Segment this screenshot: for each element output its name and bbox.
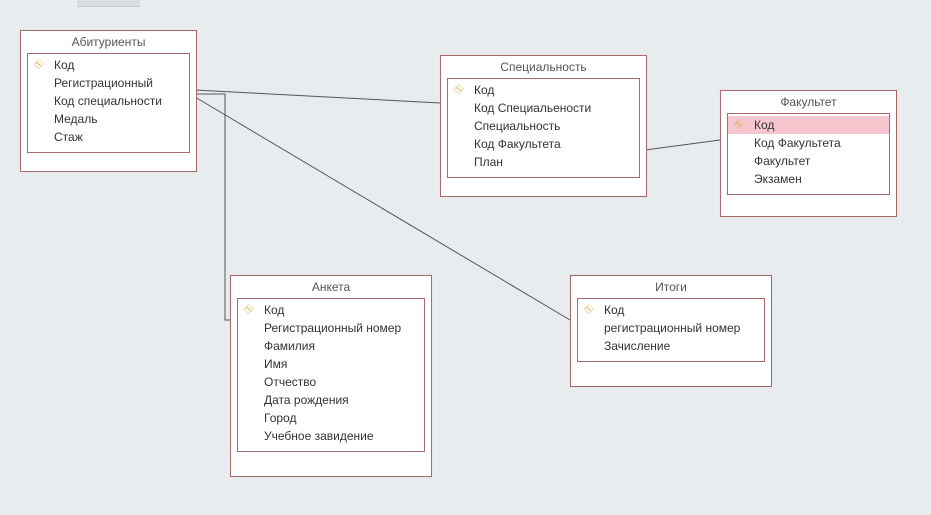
key-icon: ⚿ <box>242 302 259 319</box>
field-label: Факультет <box>748 153 810 169</box>
field-row[interactable]: Город <box>238 409 424 427</box>
field-label: Стаж <box>48 129 83 145</box>
table-abiturienty[interactable]: Абитуриенты ⚿ Код Регистрационный Код сп… <box>20 30 197 172</box>
field-row[interactable]: Код Факультета <box>448 135 639 153</box>
table-specialnost[interactable]: Специальность ⚿ Код Код Специальености С… <box>440 55 647 197</box>
field-row[interactable]: регистрационный номер <box>578 319 764 337</box>
field-label: Код <box>48 57 74 73</box>
field-label: Зачисление <box>598 338 670 354</box>
field-row[interactable]: Экзамен <box>728 170 889 188</box>
field-row[interactable]: Регистрационный <box>28 74 189 92</box>
field-label: Экзамен <box>748 171 802 187</box>
field-row[interactable]: Медаль <box>28 110 189 128</box>
field-row[interactable]: Зачисление <box>578 337 764 355</box>
field-label: Код <box>468 82 494 98</box>
table-title: Специальность <box>441 56 646 78</box>
field-row[interactable]: Имя <box>238 355 424 373</box>
field-label: регистрационный номер <box>598 320 740 336</box>
field-label: Код специальности <box>48 93 162 109</box>
field-label: Код Факультета <box>748 135 841 151</box>
field-label: Регистрационный <box>48 75 153 91</box>
table-fakultet[interactable]: Факультет ⚿ Код Код Факультета Факультет… <box>720 90 897 217</box>
field-row[interactable]: Стаж <box>28 128 189 146</box>
field-row[interactable]: Учебное завидение <box>238 427 424 445</box>
field-row[interactable]: Дата рождения <box>238 391 424 409</box>
relationships-canvas[interactable]: Абитуриенты ⚿ Код Регистрационный Код сп… <box>0 0 931 515</box>
key-icon: ⚿ <box>582 302 599 319</box>
field-label: Дата рождения <box>258 392 349 408</box>
field-label: План <box>468 154 503 170</box>
table-body: ⚿ Код Регистрационный номер Фамилия Имя … <box>237 298 425 452</box>
field-label: Учебное завидение <box>258 428 374 444</box>
field-label: Код <box>598 302 624 318</box>
field-row[interactable]: ⚿ Код <box>28 56 189 74</box>
field-label: Отчество <box>258 374 316 390</box>
field-label: Медаль <box>48 111 97 127</box>
tab-remnant <box>77 0 140 7</box>
field-row[interactable]: Специальность <box>448 117 639 135</box>
field-label: Код <box>258 302 284 318</box>
key-icon: ⚿ <box>452 82 469 99</box>
table-title: Факультет <box>721 91 896 113</box>
field-row[interactable]: Код специальности <box>28 92 189 110</box>
field-row[interactable]: Факультет <box>728 152 889 170</box>
table-title: Анкета <box>231 276 431 298</box>
field-label: Специальность <box>468 118 560 134</box>
field-row[interactable]: ⚿ Код <box>578 301 764 319</box>
table-title: Абитуриенты <box>21 31 196 53</box>
field-row[interactable]: ⚿ Код <box>728 116 889 134</box>
field-label: Код Факультета <box>468 136 561 152</box>
field-label: Регистрационный номер <box>258 320 401 336</box>
table-body: ⚿ Код регистрационный номер Зачисление <box>577 298 765 362</box>
field-label: Код <box>748 117 774 133</box>
field-row[interactable]: Фамилия <box>238 337 424 355</box>
table-body: ⚿ Код Код Специальености Специальность К… <box>447 78 640 178</box>
field-row[interactable]: ⚿ Код <box>238 301 424 319</box>
key-icon: ⚿ <box>32 57 49 74</box>
field-label: Код Специальености <box>468 100 591 116</box>
field-label: Имя <box>258 356 287 372</box>
field-row[interactable]: Регистрационный номер <box>238 319 424 337</box>
table-title: Итоги <box>571 276 771 298</box>
field-row[interactable]: Код Специальености <box>448 99 639 117</box>
table-body: ⚿ Код Код Факультета Факультет Экзамен <box>727 113 890 195</box>
key-icon: ⚿ <box>732 117 749 134</box>
field-label: Город <box>258 410 296 426</box>
table-anketa[interactable]: Анкета ⚿ Код Регистрационный номер Фамил… <box>230 275 432 477</box>
field-label: Фамилия <box>258 338 315 354</box>
field-row[interactable]: Код Факультета <box>728 134 889 152</box>
field-row[interactable]: План <box>448 153 639 171</box>
field-row[interactable]: ⚿ Код <box>448 81 639 99</box>
field-row[interactable]: Отчество <box>238 373 424 391</box>
table-body: ⚿ Код Регистрационный Код специальности … <box>27 53 190 153</box>
table-itogi[interactable]: Итоги ⚿ Код регистрационный номер Зачисл… <box>570 275 772 387</box>
